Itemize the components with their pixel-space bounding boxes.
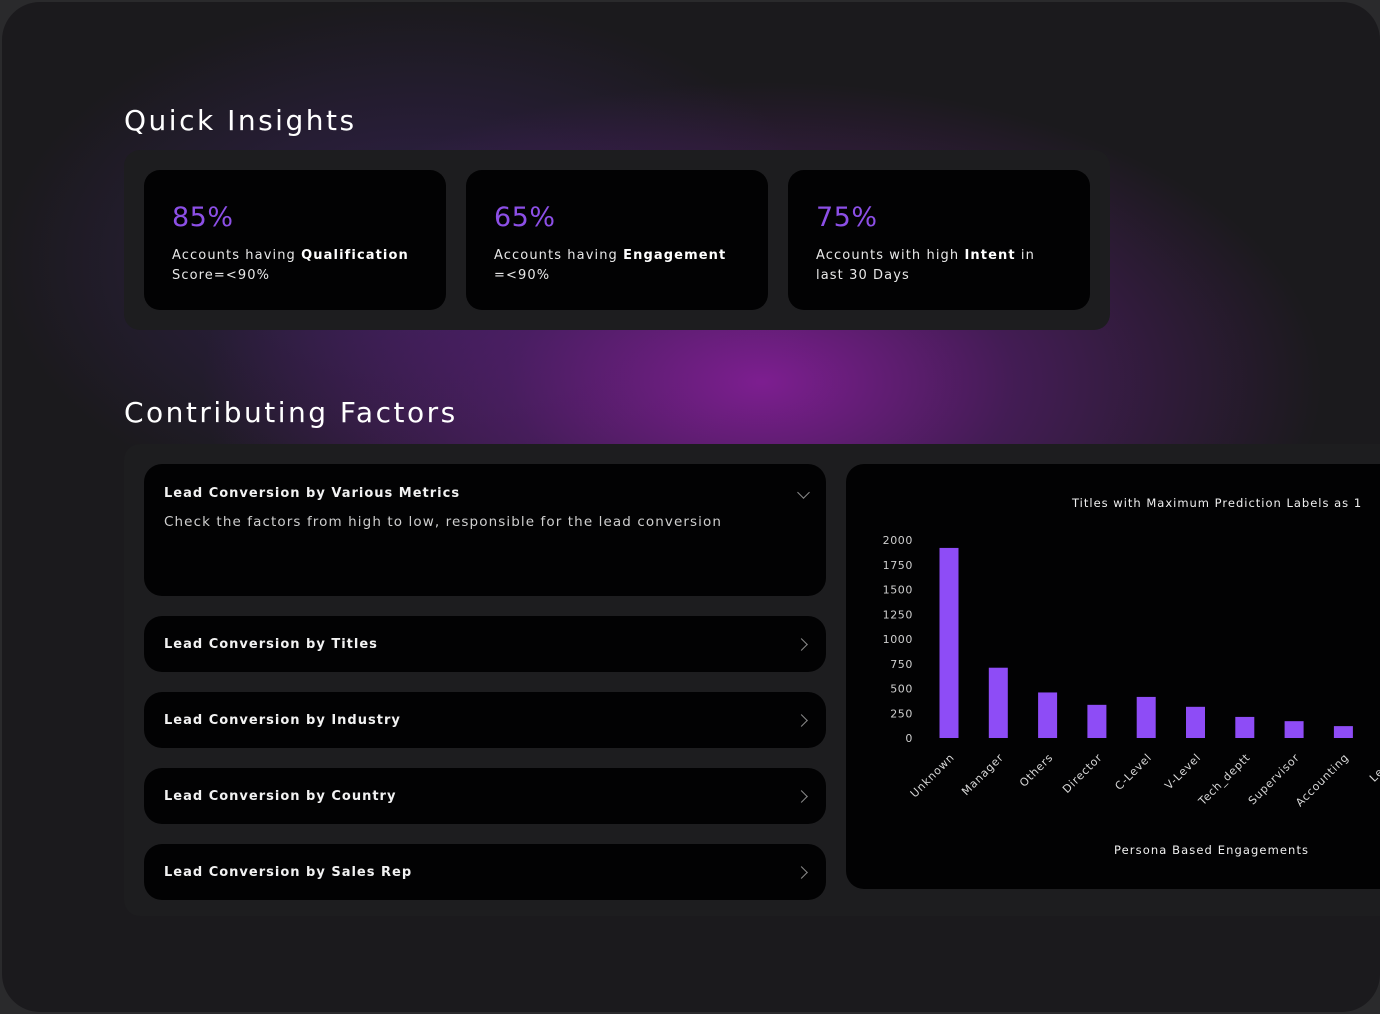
factor-accordion-industry[interactable]: Lead Conversion by Industry xyxy=(144,692,826,748)
factor-title: Lead Conversion by Industry xyxy=(164,712,401,728)
x-tick-label: Unknown xyxy=(908,751,957,800)
y-tick-label: 1500 xyxy=(883,584,913,597)
persona-chart-card: Titles with Maximum Prediction Labels as… xyxy=(846,464,1380,889)
chevron-right-icon[interactable] xyxy=(795,866,808,879)
x-tick-label: Manager xyxy=(959,751,1006,798)
insight-description: Accounts with high Intent in last 30 Day… xyxy=(816,248,1035,283)
bar-v-level[interactable] xyxy=(1186,706,1205,738)
x-tick-label: Tech_deptt xyxy=(1195,751,1253,809)
quick-insights-panel: 85% Accounts having Qualification Score=… xyxy=(124,150,1110,330)
quick-insights-title: Quick Insights xyxy=(124,104,357,137)
bar-chart: Titles with Maximum Prediction Labels as… xyxy=(883,496,1380,857)
app-frame: Quick Insights 85% Accounts having Quali… xyxy=(2,2,1380,1012)
bar-others[interactable] xyxy=(1038,692,1058,738)
factor-accordion-sales-rep[interactable]: Lead Conversion by Sales Rep xyxy=(144,844,826,900)
factor-title: Lead Conversion by Country xyxy=(164,788,397,804)
bar-unknown[interactable] xyxy=(939,547,959,738)
x-tick-label: Director xyxy=(1060,751,1105,796)
factor-title: Lead Conversion by Titles xyxy=(164,636,378,652)
y-tick-label: 500 xyxy=(890,683,913,696)
bars xyxy=(939,547,1353,738)
y-tick-label: 250 xyxy=(890,707,913,720)
factor-description: Check the factors from high to low, resp… xyxy=(164,514,723,530)
x-axis-label: Persona Based Engagements xyxy=(1114,843,1309,857)
x-tick-label: V-Level xyxy=(1162,751,1203,792)
bar-accounting[interactable] xyxy=(1333,726,1353,738)
insight-card-engagement[interactable]: 65% Accounts having Engagement =<90% xyxy=(466,170,768,310)
contributing-factors-panel: Lead Conversion by Various Metrics Check… xyxy=(124,444,1380,916)
y-tick-label: 750 xyxy=(890,658,913,671)
insight-description: Accounts having Engagement =<90% xyxy=(494,248,727,283)
insight-card-qualification[interactable]: 85% Accounts having Qualification Score=… xyxy=(144,170,446,310)
x-tick-label: Accounting xyxy=(1293,751,1351,809)
factor-accordion-various-metrics[interactable]: Lead Conversion by Various Metrics Check… xyxy=(144,464,826,596)
chart-title: Titles with Maximum Prediction Labels as… xyxy=(1071,496,1362,510)
bar-manager[interactable] xyxy=(988,667,1008,738)
y-tick-label: 0 xyxy=(905,732,913,745)
insight-value: 65% xyxy=(494,202,556,233)
insight-value: 85% xyxy=(172,202,234,233)
chevron-right-icon[interactable] xyxy=(795,714,808,727)
chevron-right-icon[interactable] xyxy=(795,638,808,651)
chevron-right-icon[interactable] xyxy=(795,790,808,803)
factor-accordion-country[interactable]: Lead Conversion by Country xyxy=(144,768,826,824)
bar-director[interactable] xyxy=(1087,704,1107,738)
x-tick-label: C-Level xyxy=(1112,751,1154,793)
contributing-factors-title: Contributing Factors xyxy=(124,396,458,429)
x-tick-label: Lea... xyxy=(1367,751,1380,785)
insight-card-intent[interactable]: 75% Accounts with high Intent in last 30… xyxy=(788,170,1090,310)
factor-title: Lead Conversion by Sales Rep xyxy=(164,864,413,880)
y-tick-label: 1000 xyxy=(883,633,913,646)
y-tick-label: 1750 xyxy=(883,559,913,572)
bar-tech-deptt[interactable] xyxy=(1235,716,1255,738)
insight-value: 75% xyxy=(816,202,878,233)
insight-description: Accounts having Qualification Score=<90% xyxy=(172,248,409,283)
factor-title: Lead Conversion by Various Metrics xyxy=(164,486,461,501)
y-tick-label: 1250 xyxy=(883,608,913,621)
y-axis: 0 250 500 750 1000 1250 1500 1750 2000 xyxy=(883,534,913,745)
y-tick-label: 2000 xyxy=(883,534,913,547)
bar-c-level[interactable] xyxy=(1136,696,1156,738)
x-tick-label: Others xyxy=(1017,751,1056,790)
factor-accordion-titles[interactable]: Lead Conversion by Titles xyxy=(144,616,826,672)
bar-supervisor[interactable] xyxy=(1284,721,1304,738)
x-axis: Unknown Manager Others Director C-Level V-Lev… xyxy=(908,751,1380,809)
